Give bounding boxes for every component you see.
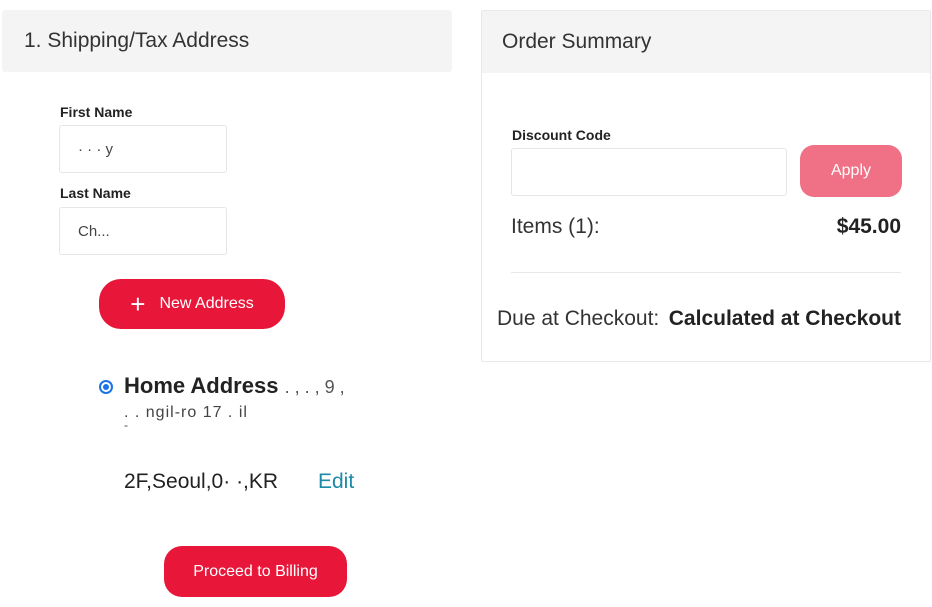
address-line-0: . , . , 9 , — [284, 377, 345, 397]
new-address-button[interactable]: + New Address — [99, 279, 285, 329]
due-at-checkout-value: Calculated at Checkout — [668, 307, 901, 330]
address-line-3: 2F,Seoul,0· ·,KR — [124, 470, 279, 493]
plus-icon: + — [130, 289, 146, 319]
shipping-header: 1. Shipping/Tax Address — [2, 10, 452, 72]
summary-divider — [511, 272, 901, 273]
proceed-label: Proceed to Billing — [193, 562, 318, 580]
discount-code-input[interactable] — [511, 148, 787, 196]
new-address-label: New Address — [159, 295, 254, 312]
home-address-label: Home Address — [124, 373, 279, 398]
due-at-checkout-label: Due at Checkout: — [497, 307, 660, 330]
address-line-1: . . ngil-ro 17 . il — [124, 404, 248, 421]
order-summary-title: Order Summary — [502, 30, 652, 53]
radio-selected-icon[interactable] — [99, 380, 113, 394]
items-label: Items (1): — [511, 215, 600, 238]
last-name-label: Last Name — [60, 185, 131, 201]
order-summary-header: Order Summary — [482, 11, 930, 73]
address-line-2: - — [124, 418, 129, 432]
shipping-title: 1. Shipping/Tax Address — [24, 29, 250, 52]
items-total: $45.00 — [836, 215, 901, 238]
order-summary-card: Order Summary Discount Code Apply Items … — [481, 10, 931, 362]
apply-label: Apply — [830, 162, 872, 179]
last-name-input[interactable] — [59, 207, 227, 255]
apply-button[interactable]: Apply — [800, 145, 902, 197]
proceed-to-billing-button[interactable]: Proceed to Billing — [164, 546, 347, 597]
first-name-input[interactable] — [59, 125, 227, 173]
edit-address-link[interactable]: Edit — [318, 470, 354, 494]
first-name-label: First Name — [60, 104, 133, 120]
home-address-title: Home Address . , . , 9 , — [124, 373, 345, 399]
discount-code-label: Discount Code — [512, 127, 611, 143]
